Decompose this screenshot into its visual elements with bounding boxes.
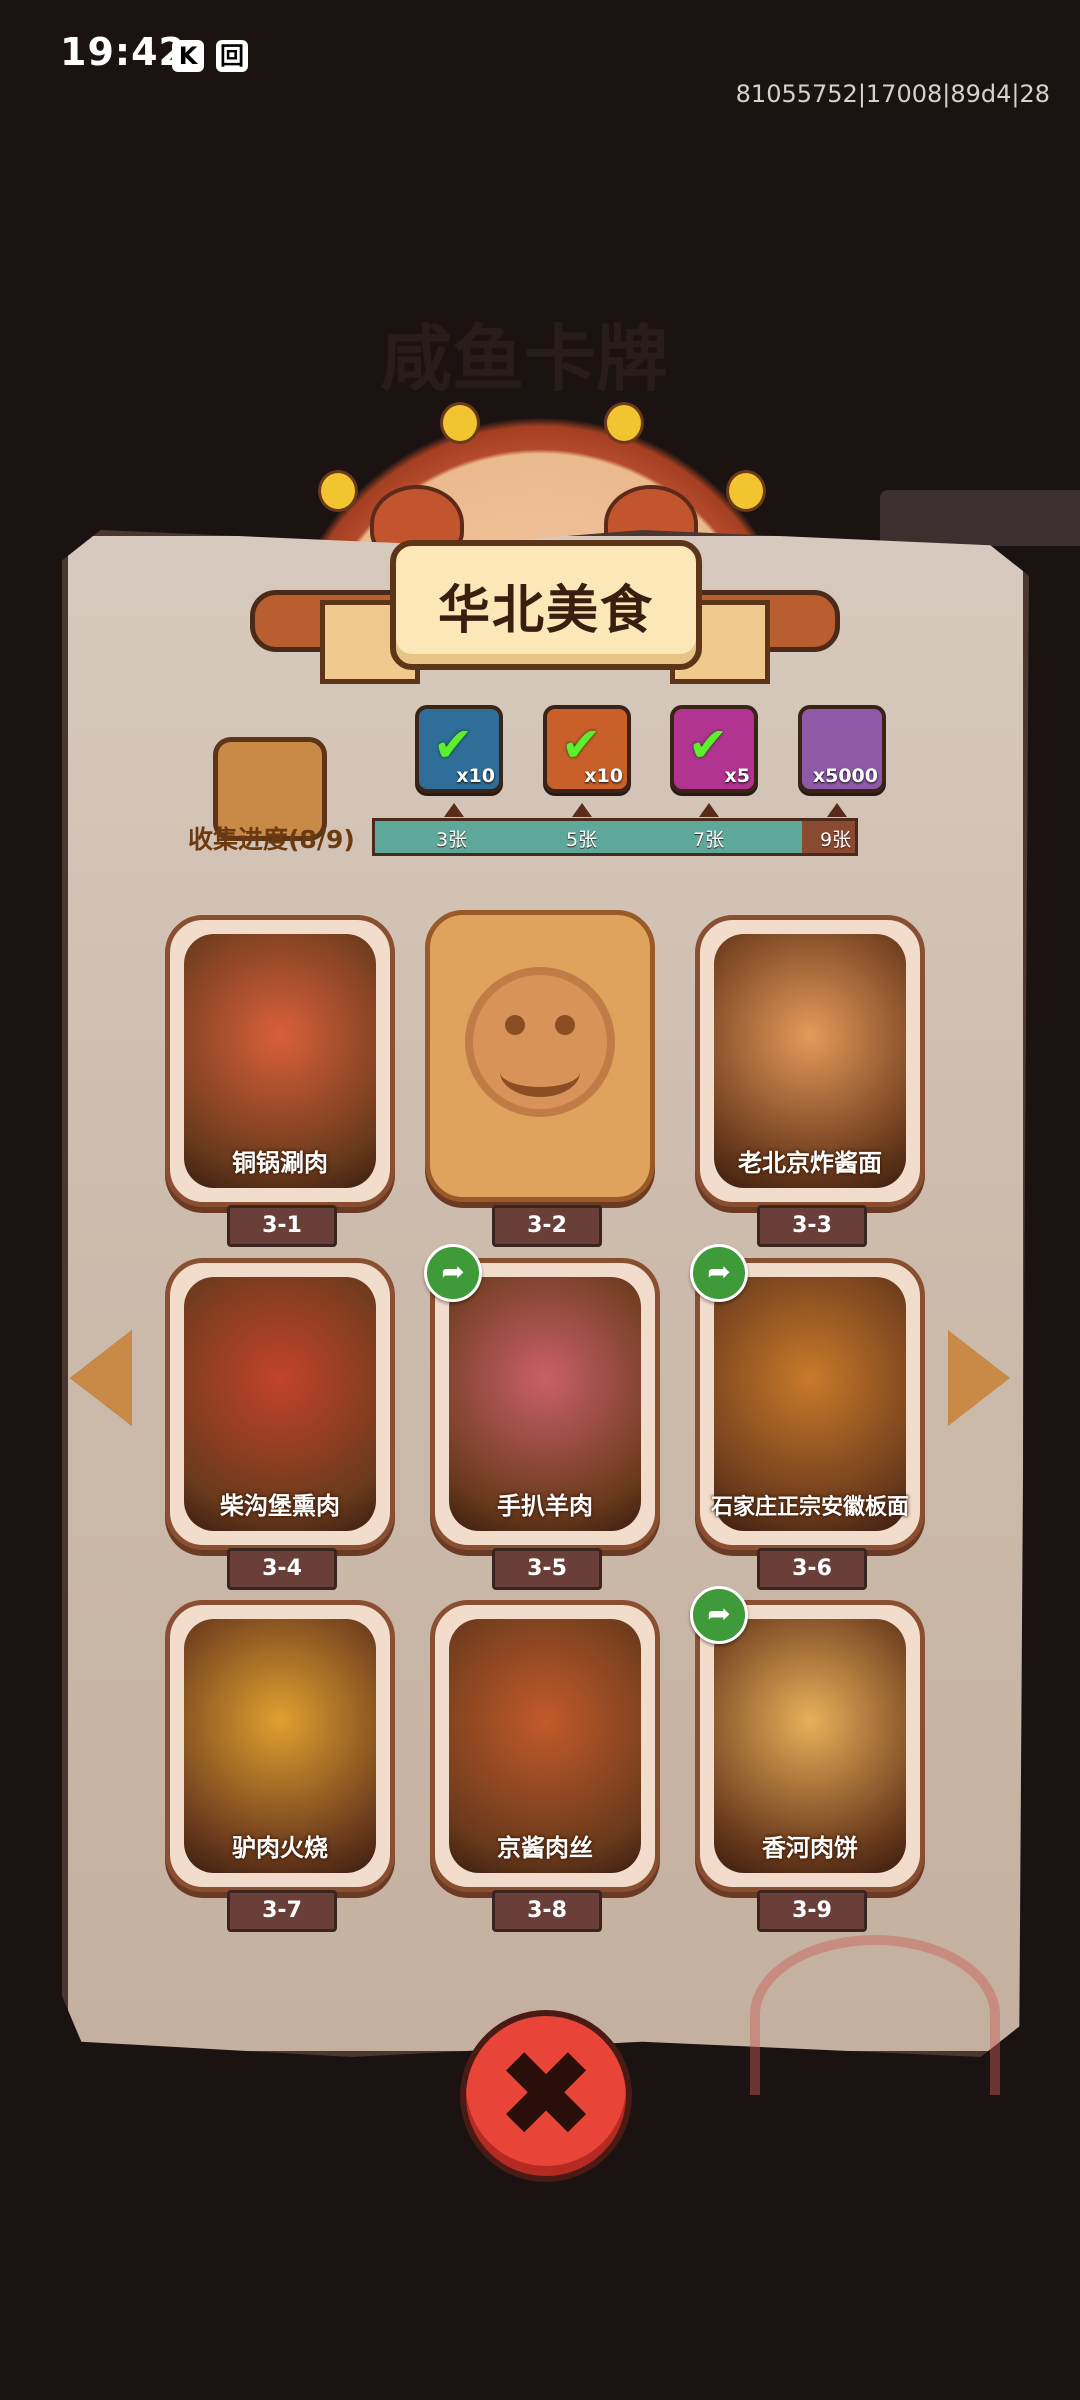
k-app-icon: K	[172, 40, 204, 72]
seal-stamp	[750, 1935, 1000, 2095]
card-number: 3-9	[757, 1890, 867, 1932]
milestone-label: 9张	[820, 829, 852, 851]
milestone-reward[interactable]: ✔ x5	[670, 705, 758, 793]
card-number: 3-4	[227, 1548, 337, 1590]
card-number: 3-3	[757, 1205, 867, 1247]
album-title-banner: 华北美食	[390, 540, 702, 670]
locked-food-card[interactable]	[425, 910, 655, 1202]
card-number: 3-8	[492, 1890, 602, 1932]
card-number: 3-2	[492, 1205, 602, 1247]
milestone-label: 7张	[693, 829, 725, 851]
status-time: 19:42	[60, 30, 186, 74]
milestone-label: 5张	[566, 829, 598, 851]
silhouette-eye	[505, 1014, 525, 1035]
food-card-name: 铜锅涮肉	[232, 1149, 328, 1177]
food-card[interactable]: 柴沟堡熏肉	[165, 1258, 395, 1550]
card-number: 3-5	[492, 1548, 602, 1590]
milestone-reward[interactable]: ✔ x10	[543, 705, 631, 793]
notification-icon: 回	[216, 40, 248, 72]
milestone-marker	[444, 803, 464, 817]
share-icon[interactable]: ➦	[424, 1244, 482, 1302]
milestone-marker	[572, 803, 592, 817]
fish-silhouette-icon	[465, 966, 615, 1117]
card-number: 3-6	[757, 1548, 867, 1590]
share-icon[interactable]: ➦	[690, 1244, 748, 1302]
food-card-name: 驴肉火烧	[232, 1834, 328, 1862]
food-card-name: 柴沟堡熏肉	[220, 1492, 340, 1520]
reward-quantity: x10	[456, 765, 495, 787]
background-side-card	[880, 490, 1080, 546]
reward-quantity: x5	[724, 765, 750, 787]
food-card[interactable]: 驴肉火烧	[165, 1600, 395, 1892]
food-card[interactable]: 手扒羊肉	[430, 1258, 660, 1550]
silhouette-eye	[555, 1014, 575, 1035]
food-card[interactable]: 老北京炸酱面	[695, 915, 925, 1207]
food-card-name: 手扒羊肉	[497, 1492, 593, 1520]
build-id: 81055752|17008|89d4|28	[735, 80, 1050, 108]
reward-quantity: x10	[584, 765, 623, 787]
food-card[interactable]: 铜锅涮肉	[165, 915, 395, 1207]
food-card-name: 京酱肉丝	[497, 1834, 593, 1862]
milestone-reward[interactable]: ✔ x10	[415, 705, 503, 793]
food-card-name: 老北京炸酱面	[738, 1149, 882, 1177]
milestone-reward[interactable]: x5000	[798, 705, 886, 793]
card-number: 3-7	[227, 1890, 337, 1932]
close-button[interactable]: ✖	[460, 2010, 632, 2182]
food-card-name: 香河肉饼	[762, 1834, 858, 1862]
milestone-marker	[699, 803, 719, 817]
milestone-label: 3张	[436, 829, 468, 851]
card-number: 3-1	[227, 1205, 337, 1247]
food-card-name: 石家庄正宗安徽板面	[710, 1495, 909, 1520]
collection-progress-label: 收集进度(8/9)	[188, 825, 355, 854]
reward-quantity: x5000	[812, 765, 878, 787]
food-card[interactable]: 香河肉饼	[695, 1600, 925, 1892]
disc-bump	[604, 402, 644, 444]
milestone-marker	[827, 803, 847, 817]
disc-bump	[726, 470, 766, 512]
silhouette-mouth	[500, 1047, 580, 1097]
chevron-left-icon[interactable]	[70, 1330, 132, 1426]
disc-bump	[318, 470, 358, 512]
album-title: 华北美食	[437, 580, 654, 641]
chevron-right-icon[interactable]	[948, 1330, 1010, 1426]
share-icon[interactable]: ➦	[690, 1586, 748, 1644]
food-card[interactable]: 石家庄正宗安徽板面	[695, 1258, 925, 1550]
food-card[interactable]: 京酱肉丝	[430, 1600, 660, 1892]
check-icon: ✔	[688, 717, 729, 773]
disc-bump	[440, 402, 480, 444]
